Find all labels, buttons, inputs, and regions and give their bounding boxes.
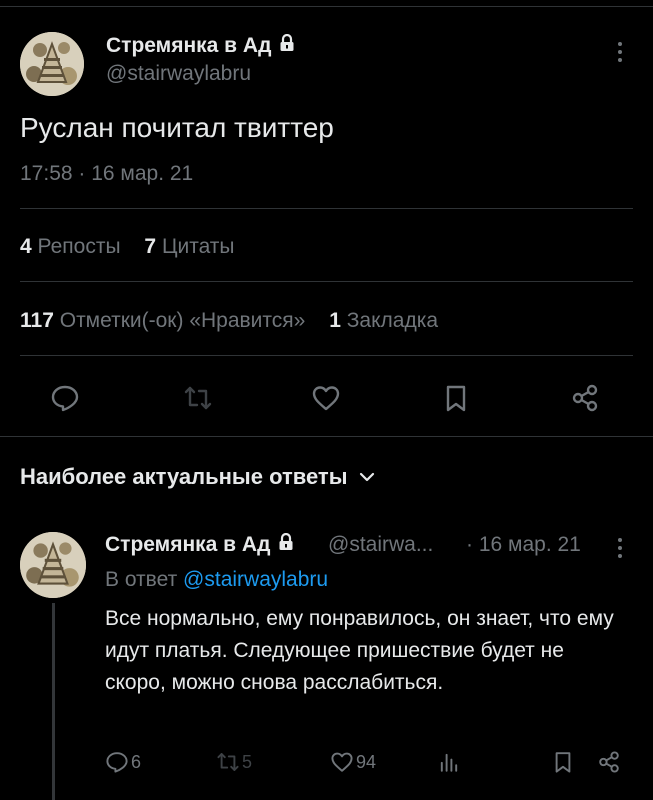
views-icon[interactable]: [437, 750, 461, 774]
author-name[interactable]: Стремянка в Ад: [106, 33, 295, 58]
reply-avatar[interactable]: [20, 532, 86, 598]
reply-icon: [106, 752, 128, 773]
reply-share-icon[interactable]: [597, 750, 621, 774]
reposts-label: Репосты: [37, 235, 121, 258]
reply-author-name[interactable]: Стремянка в Ад: [105, 532, 294, 557]
reposts-stat[interactable]: 4 Репосты: [20, 235, 121, 258]
thread-line: [52, 603, 55, 800]
author-name-text: Стремянка в Ад: [106, 34, 272, 57]
repost-icon[interactable]: [183, 383, 213, 413]
reply-replies-button[interactable]: 6: [105, 750, 141, 774]
like-icon: [331, 752, 353, 772]
tweet-timestamp[interactable]: 17:58 · 16 мар. 21: [20, 162, 193, 186]
repost-quote-stats: 4 Репосты 7 Цитаты: [20, 235, 253, 259]
author-handle[interactable]: @stairwaylabru: [106, 62, 251, 86]
quotes-stat[interactable]: 7 Цитаты: [144, 235, 234, 258]
top-divider: [0, 6, 653, 7]
quotes-count: 7: [144, 235, 157, 258]
replies-sort-toggle[interactable]: Наиболее актуальные ответы: [20, 464, 375, 490]
repost-icon: [217, 753, 239, 771]
likes-count: 117: [20, 309, 54, 332]
likes-label: Отметки(-ок) «Нравится»: [59, 309, 306, 332]
reply-likes-count: 94: [356, 751, 377, 772]
section-divider: [0, 436, 653, 437]
reply-reposts-button[interactable]: 5: [216, 750, 252, 774]
lock-icon: [278, 532, 294, 557]
likes-bookmarks-stats: 117 Отметки(-ок) «Нравится» 1 Закладка: [20, 309, 456, 333]
chevron-down-icon: [360, 472, 375, 482]
reply-author-handle[interactable]: @stairwa...: [328, 533, 433, 557]
reply-likes-button[interactable]: 94: [330, 750, 376, 774]
replies-section-title: Наиболее актуальные ответы: [20, 464, 348, 489]
reply-icon[interactable]: [50, 383, 80, 413]
reply-author-name-text: Стремянка в Ад: [105, 533, 271, 556]
reply-text: Все нормально, ему понравилось, он знает…: [105, 607, 614, 694]
bookmarks-label: Закладка: [346, 309, 439, 332]
divider: [20, 281, 633, 282]
reply-to-prefix: В ответ: [105, 568, 178, 591]
likes-stat[interactable]: 117 Отметки(-ок) «Нравится»: [20, 309, 305, 332]
bookmarks-count: 1: [329, 309, 341, 332]
lock-icon: [279, 33, 295, 58]
like-icon[interactable]: [311, 383, 341, 413]
quotes-label: Цитаты: [161, 235, 235, 258]
reply-date[interactable]: · 16 мар. 21: [466, 533, 581, 557]
reply-bookmark-icon[interactable]: [551, 750, 575, 774]
share-icon[interactable]: [570, 383, 600, 413]
more-icon[interactable]: [616, 536, 624, 565]
bookmarks-stat[interactable]: 1 Закладка: [329, 309, 438, 332]
reposts-count: 4: [20, 235, 32, 258]
divider: [20, 355, 633, 356]
tweet-text: Руслан почитал твиттер: [20, 112, 334, 143]
divider: [20, 208, 633, 209]
more-icon[interactable]: [616, 40, 624, 69]
reply-reposts-count: 5: [242, 751, 253, 772]
reply-to-line: В ответ @stairwaylabru: [105, 568, 328, 592]
reply-replies-count: 6: [131, 751, 142, 772]
reply-to-handle-link[interactable]: @stairwaylabru: [183, 568, 328, 591]
avatar[interactable]: [20, 32, 84, 96]
bookmark-icon[interactable]: [441, 383, 471, 413]
